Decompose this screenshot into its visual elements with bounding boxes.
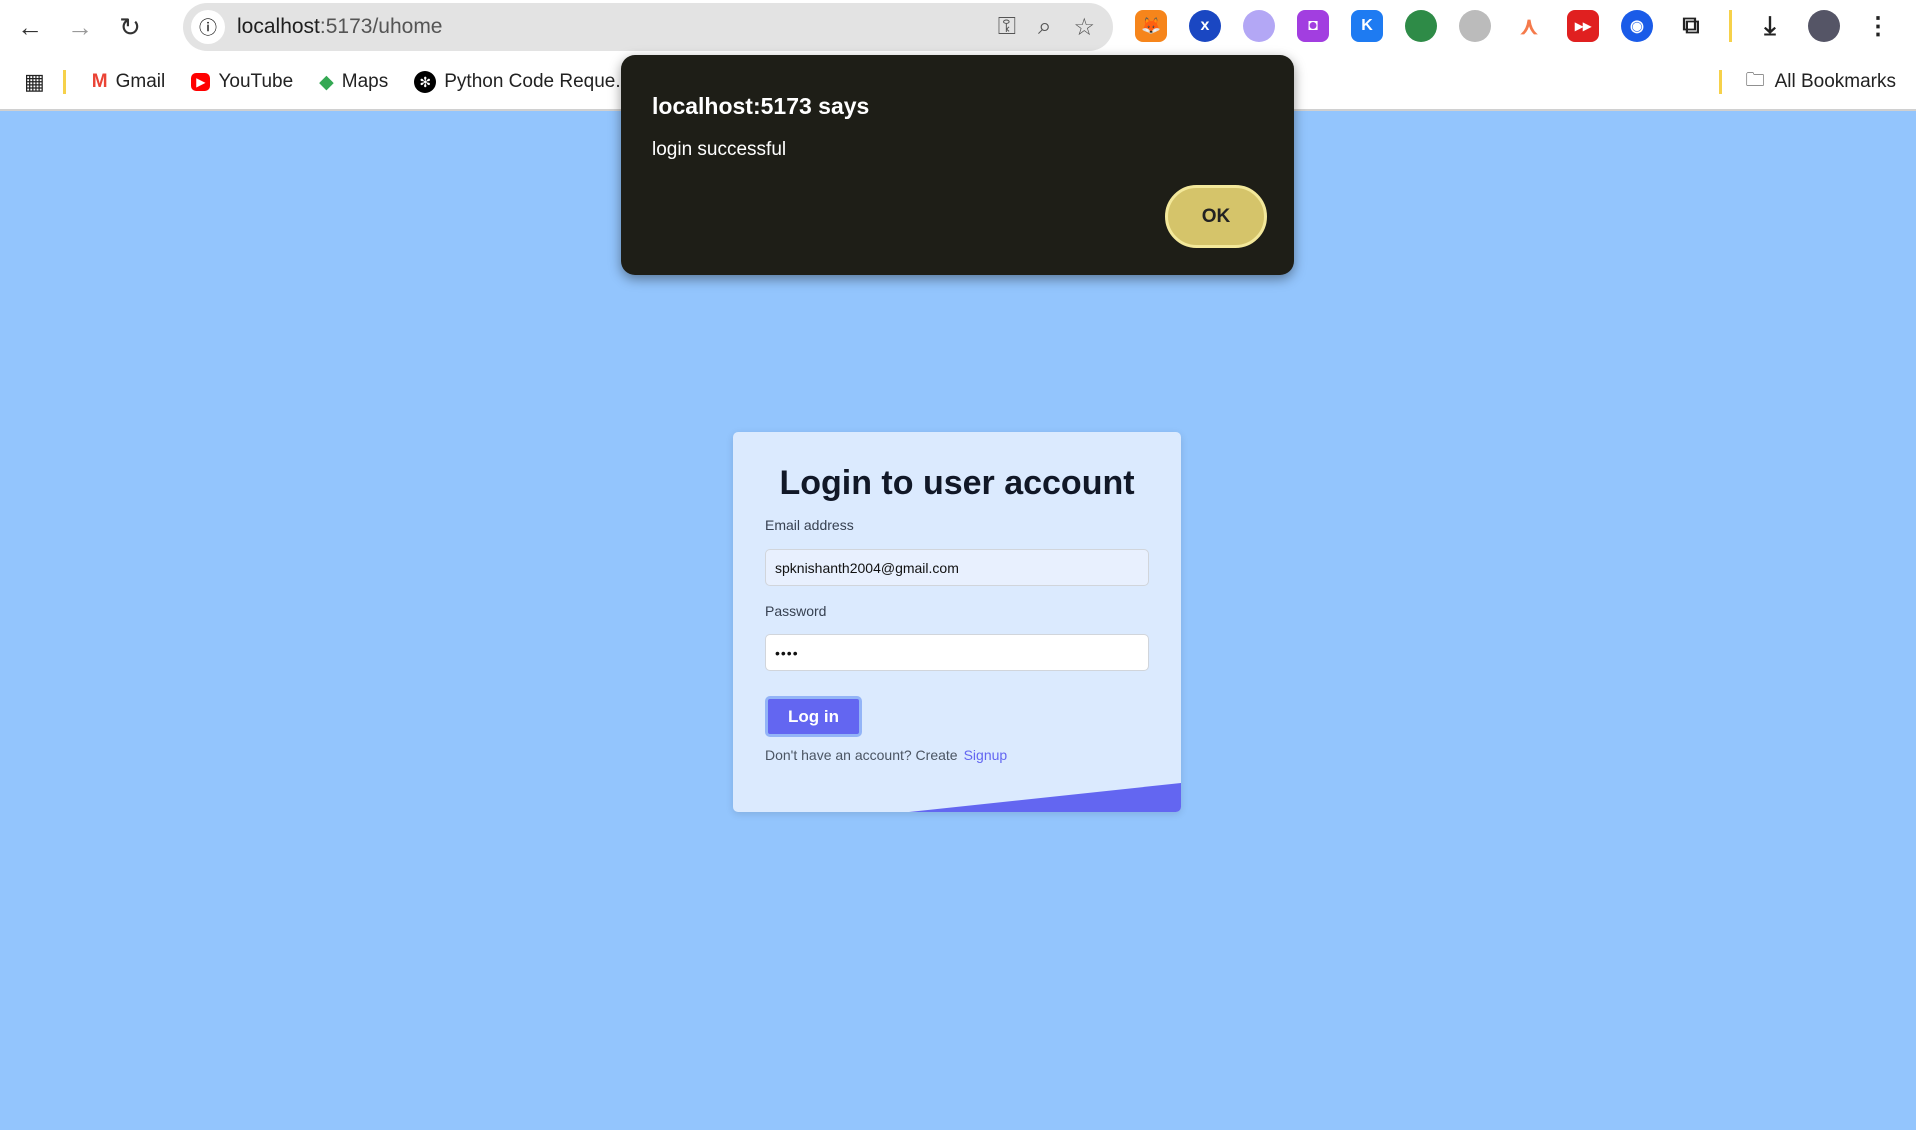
extensions-bar: 🦊 x ◘ K ⋏ ▸▸ ◉ ⧉ ⤓ ⋮ [1135,10,1894,42]
email-label: Email address [765,517,854,533]
divider [1729,10,1732,42]
reload-button[interactable]: ↻ [110,8,150,48]
folder-icon: 🗀 [1745,70,1765,91]
extension-x-icon[interactable]: x [1189,10,1221,42]
youtube-icon: ▶ [191,73,211,91]
password-label: Password [765,603,827,619]
url-host: localhost [237,15,320,38]
metamask-icon[interactable]: 🦊 [1135,10,1167,42]
gmail-icon: M [91,71,108,92]
bookmark-label: Gmail [115,71,166,92]
back-button[interactable]: ← [10,8,50,48]
bookmark-label: Python Code Reque... [444,71,632,92]
decorative-wedge [909,783,1181,812]
chatgpt-icon: ✻ [414,71,437,93]
password-field[interactable]: •••• [765,634,1149,671]
forward-button[interactable]: → [60,8,100,48]
bookmark-youtube[interactable]: ▶ YouTube [191,71,293,93]
ghost-extension-icon[interactable] [1243,10,1275,42]
alert-title: localhost:5173 says [652,93,870,119]
menu-icon[interactable]: ⋮ [1862,10,1894,42]
maps-icon: ◆ [319,71,334,93]
browser-toolbar: ← → ↻ ⓘ localhost:5173/uhome ⚿ ⌕ ☆ 🦊 x ◘… [0,0,1916,55]
all-bookmarks[interactable]: 🗀 All Bookmarks [1701,66,1896,98]
signup-prompt-text: Don't have an account? Create [765,747,958,763]
zoom-icon[interactable]: ⌕ [1038,13,1051,42]
bookmark-python-code[interactable]: ✻ Python Code Reque... [414,71,631,93]
address-bar[interactable]: ⓘ localhost:5173/uhome ⚿ ⌕ ☆ [183,3,1113,51]
extension-k-icon[interactable]: K [1351,10,1383,42]
extension-circle-icon[interactable]: ◉ [1621,10,1653,42]
bookmark-gmail[interactable]: M Gmail [92,71,165,93]
extensions-puzzle-icon[interactable]: ⧉ [1675,10,1707,42]
ok-button[interactable]: OK [1165,185,1267,248]
extension-a-icon[interactable]: ⋏ [1513,10,1545,42]
all-bookmarks-label: All Bookmarks [1774,71,1896,92]
url-text[interactable]: localhost:5173/uhome [237,15,443,39]
avatar[interactable] [1808,10,1840,42]
star-icon[interactable]: ☆ [1073,13,1095,42]
bookmark-maps[interactable]: ◆ Maps [319,71,388,94]
url-path: :5173/uhome [319,15,443,38]
extension-purple-icon[interactable]: ◘ [1297,10,1329,42]
download-icon[interactable]: ⤓ [1754,10,1786,42]
bookmark-label: YouTube [218,71,294,92]
extension-robot-icon[interactable] [1405,10,1437,42]
signup-link[interactable]: Signup [964,747,1008,763]
alert-dialog: localhost:5173 says login successful OK [621,55,1294,275]
signup-prompt: Don't have an account? Create Signup [765,747,1007,763]
divider [62,70,66,94]
divider [1718,70,1722,94]
email-field[interactable]: spknishanth2004@gmail.com [765,549,1149,586]
site-info-icon[interactable]: ⓘ [191,10,225,44]
extension-forward-icon[interactable]: ▸▸ [1567,10,1599,42]
login-button[interactable]: Log in [765,696,862,737]
key-icon[interactable]: ⚿ [998,13,1016,42]
bookmark-label: Maps [341,71,389,92]
alert-message: login successful [652,139,787,160]
login-card: Login to user account Email address spkn… [733,432,1181,812]
bug-extension-icon[interactable] [1459,10,1491,42]
apps-grid-icon[interactable]: ▦ [24,69,45,95]
page-title: Login to user account [779,464,1135,502]
